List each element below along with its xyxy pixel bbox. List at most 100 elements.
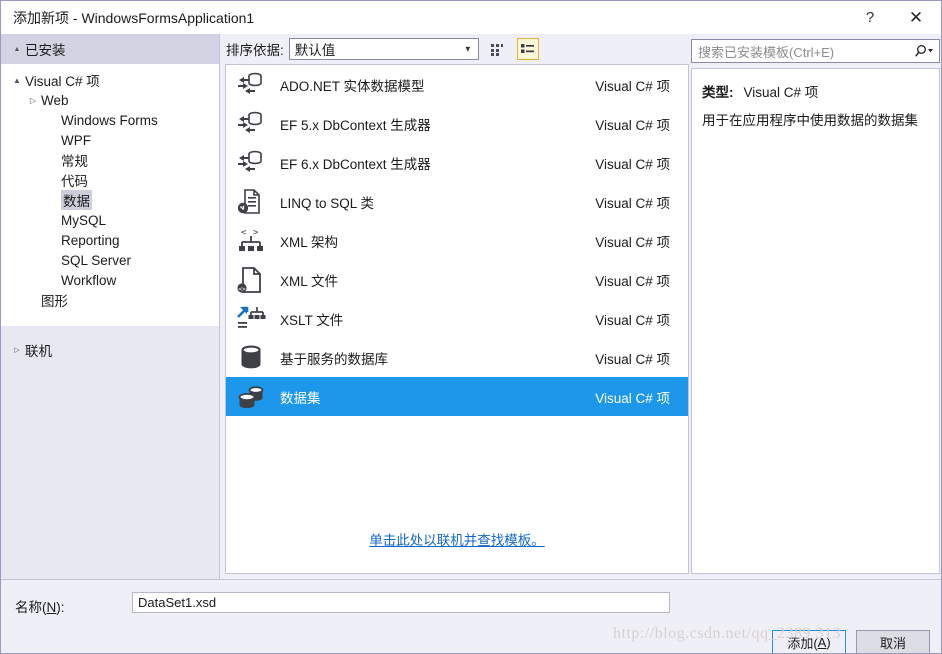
detail-type-row: 类型: Visual C# 项 (702, 81, 929, 101)
template-kind: Visual C# 项 (595, 156, 670, 172)
sidebar-item-label: MySQL (61, 212, 107, 228)
name-input[interactable]: DataSet1.xsd (132, 592, 670, 613)
sidebar-item-7[interactable]: MySQL (1, 210, 219, 230)
small-icons-view-button[interactable] (487, 38, 509, 60)
sidebar-item-label: Web (41, 92, 69, 108)
sidebar-item-label: 数据 (61, 190, 92, 210)
close-button[interactable]: ✕ (893, 1, 939, 34)
search-input[interactable]: 搜索已安装模板(Ctrl+E) (698, 42, 911, 61)
template-row[interactable]: < > XML 架构 Visual C# 项 (226, 221, 688, 260)
installed-section-header[interactable]: ▲ 已安装 (1, 34, 219, 64)
sidebar-item-5[interactable]: 代码 (1, 170, 219, 190)
installed-expander-icon[interactable]: ▲ (9, 46, 25, 53)
detail-type-value: Visual C# 项 (743, 85, 819, 100)
category-tree: ▲ Visual C# 项 ▷ Web Windows Forms WPF 常规 代码 数据 My… (1, 64, 219, 326)
entity-data-model-icon (234, 68, 268, 102)
template-row[interactable]: EF 6.x DbContext 生成器 Visual C# 项 (226, 143, 688, 182)
xslt-file-icon (234, 302, 268, 336)
sidebar-item-11[interactable]: 图形 (1, 290, 219, 310)
add-button[interactable]: 添加(A) (772, 630, 846, 653)
svg-text:<: < (241, 228, 247, 238)
sidebar-item-online[interactable]: ▷ 联机 (1, 340, 219, 360)
name-input-value: DataSet1.xsd (138, 595, 217, 610)
add-new-item-dialog: 添加新项 - WindowsFormsApplication1 ? ✕ ▲ 已安… (0, 0, 942, 654)
sidebar-item-label: Reporting (61, 232, 120, 248)
online-expander-icon[interactable]: ▷ (9, 346, 25, 354)
sort-by-value: 默认值 (294, 43, 336, 58)
help-button[interactable]: ? (847, 1, 893, 34)
database-icon (241, 345, 261, 368)
dataset-icon (234, 380, 268, 414)
sidebar-item-1[interactable]: ▷ Web (1, 90, 219, 110)
template-row[interactable]: EF 5.x DbContext 生成器 Visual C# 项 (226, 104, 688, 143)
template-name: 基于服务的数据库 (280, 351, 388, 367)
name-label: 名称(N): (15, 596, 65, 616)
sidebar-item-0[interactable]: ▲ Visual C# 项 (1, 70, 219, 90)
template-kind: Visual C# 项 (595, 273, 670, 289)
sidebar-item-label: WPF (61, 132, 91, 148)
sidebar-item-6[interactable]: 数据 (1, 190, 219, 210)
footer-bar: 名称(N): DataSet1.xsd 添加(A) 取消 (1, 579, 941, 653)
template-rows-container: ADO.NET 实体数据模型 Visual C# 项 EF 5.x DbContex… (226, 65, 688, 416)
add-button-suffix: ) (826, 634, 831, 650)
list-view-button[interactable] (516, 38, 539, 60)
template-row[interactable]: <> XML 文件 Visual C# 项 (226, 260, 688, 299)
cancel-button[interactable]: 取消 (856, 630, 930, 653)
name-label-suffix: ): (56, 600, 65, 615)
template-row[interactable]: 基于服务的数据库 Visual C# 项 (226, 338, 688, 377)
find-online-templates-link[interactable]: 单击此处以联机并查找模板。 (369, 533, 545, 548)
sidebar-item-label: Workflow (61, 272, 117, 288)
entity-data-model-icon (238, 72, 262, 94)
template-row[interactable]: 数据集 Visual C# 项 (226, 377, 688, 416)
sidebar-item-2[interactable]: Windows Forms (1, 110, 219, 130)
xml-schema-icon: < > (234, 224, 268, 258)
xml-schema-icon: < > (239, 228, 263, 251)
xml-file-icon: <> (237, 266, 261, 293)
name-label-accesskey: N (46, 600, 57, 615)
entity-data-model-icon (238, 150, 262, 172)
search-box[interactable]: 搜索已安装模板(Ctrl+E) (691, 39, 940, 63)
list-view-icon (521, 43, 535, 53)
sidebar-item-4[interactable]: 常规 (1, 150, 219, 170)
search-icon[interactable] (911, 44, 939, 58)
template-name: LINQ to SQL 类 (280, 195, 375, 211)
sort-by-label: 排序依据: (226, 43, 284, 58)
sort-by-dropdown[interactable]: 默认值 ▼ (288, 38, 479, 60)
template-name: ADO.NET 实体数据模型 (280, 78, 425, 94)
chevron-collapsed-icon[interactable]: ▷ (25, 96, 41, 105)
xml-file-icon: <> (234, 263, 268, 297)
detail-type-label: 类型: (702, 85, 734, 100)
svg-text:<>: <> (238, 286, 246, 293)
add-button-prefix: 添加( (787, 635, 818, 651)
online-section: ▷ 联机 (1, 334, 219, 579)
template-name: XML 文件 (280, 273, 339, 289)
magnifier-icon (915, 45, 933, 57)
template-list[interactable]: ADO.NET 实体数据模型 Visual C# 项 EF 5.x DbContex… (225, 64, 689, 574)
entity-data-model-icon (234, 146, 268, 180)
sidebar-item-3[interactable]: WPF (1, 130, 219, 150)
template-row[interactable]: ADO.NET 实体数据模型 Visual C# 项 (226, 65, 688, 104)
template-name: EF 5.x DbContext 生成器 (280, 117, 431, 133)
sidebar-item-9[interactable]: SQL Server (1, 250, 219, 270)
title-bar: 添加新项 - WindowsFormsApplication1 ? ✕ (1, 1, 941, 34)
sidebar-item-label: 图形 (41, 294, 68, 309)
chevron-down-icon[interactable]: ▼ (464, 45, 472, 54)
sidebar-item-10[interactable]: Workflow (1, 270, 219, 290)
left-panel: ▲ 已安装 ▲ Visual C# 项 ▷ Web Windows Forms WPF 常规… (1, 34, 220, 579)
template-name: 数据集 (280, 390, 321, 406)
online-templates-link-wrap: 单击此处以联机并查找模板。 (226, 529, 688, 549)
template-row[interactable]: LINQ to SQL 类 Visual C# 项 (226, 182, 688, 221)
template-kind: Visual C# 项 (595, 117, 670, 133)
online-label: 联机 (25, 344, 52, 359)
template-kind: Visual C# 项 (595, 390, 670, 406)
name-label-prefix: 名称( (15, 600, 47, 615)
dialog-title: 添加新项 - WindowsFormsApplication1 (13, 9, 255, 26)
template-kind: Visual C# 项 (595, 234, 670, 250)
template-kind: Visual C# 项 (595, 351, 670, 367)
linq-to-sql-icon (234, 185, 268, 219)
template-row[interactable]: XSLT 文件 Visual C# 项 (226, 299, 688, 338)
small-icons-view-icon (491, 43, 504, 56)
sidebar-item-8[interactable]: Reporting (1, 230, 219, 250)
chevron-expanded-icon[interactable]: ▲ (9, 76, 25, 85)
right-column: 搜索已安装模板(Ctrl+E) 类型: Visual C# 项 用于在应用程序中… (689, 34, 941, 579)
